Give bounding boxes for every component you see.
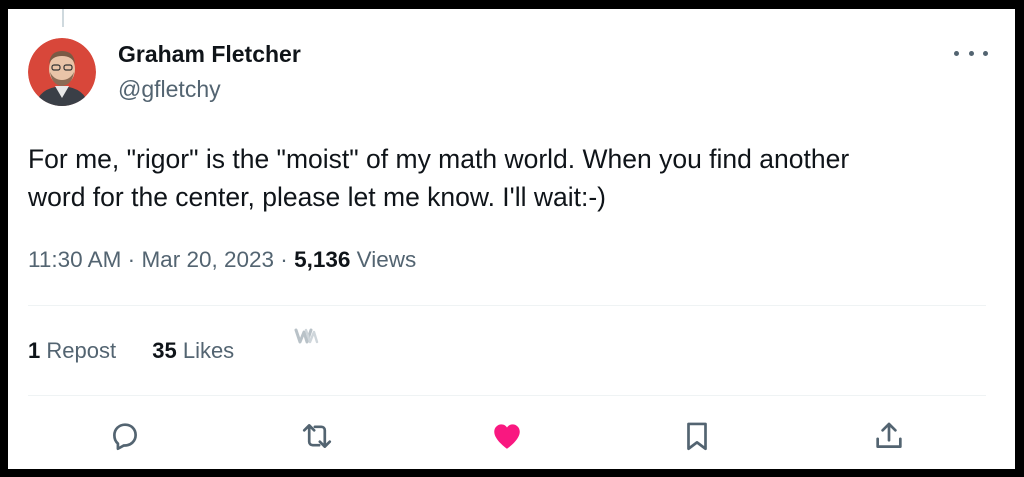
more-options-icon-dot <box>954 50 959 56</box>
engagement-stats: 1 Repost 35 Likes <box>28 338 234 364</box>
likes-label: Likes <box>182 338 235 363</box>
bookmark-button[interactable] <box>678 417 716 455</box>
more-options-button[interactable] <box>954 43 988 63</box>
tweet-date[interactable]: Mar 20, 2023 <box>141 247 274 272</box>
divider <box>28 395 986 396</box>
reply-button[interactable] <box>106 417 144 455</box>
likes-stat[interactable]: 35 Likes <box>152 338 234 364</box>
repost-icon <box>302 424 332 448</box>
meta-separator: · <box>127 247 136 272</box>
reposts-count: 1 <box>28 338 41 363</box>
tweet-text-line: For me, "rigor" is the "moist" of my mat… <box>28 144 850 174</box>
more-options-icon-dot <box>983 50 988 56</box>
meta-separator: · <box>280 247 288 272</box>
like-button[interactable] <box>488 417 526 455</box>
share-icon <box>876 422 902 448</box>
tweet-text-line: word for the center, please let me know.… <box>28 182 607 212</box>
watermark-logo <box>294 328 319 344</box>
more-options-icon-dot <box>968 50 974 56</box>
tweet-text: For me, "rigor" is the "moist" of my mat… <box>28 140 978 216</box>
views-count: 5,136 <box>294 247 351 272</box>
avatar-image <box>28 38 96 106</box>
tweet-meta: 11:30 AM · Mar 20, 2023 · 5,136 Views <box>28 247 416 273</box>
thread-connector-line <box>62 9 64 27</box>
tweet-time[interactable]: 11:30 AM <box>28 247 121 272</box>
likes-count: 35 <box>152 338 177 363</box>
reposts-label: Repost <box>46 338 117 363</box>
share-button[interactable] <box>870 417 908 455</box>
divider <box>28 305 986 306</box>
reposts-stat[interactable]: 1 Repost <box>28 338 116 364</box>
author-name[interactable]: Graham Fletcher <box>118 41 301 68</box>
avatar[interactable] <box>28 38 96 106</box>
like-icon <box>494 424 520 449</box>
reply-icon <box>113 423 137 451</box>
tweet-card: Graham Fletcher @gfletchy For me, "rigor… <box>8 9 1015 469</box>
repost-button[interactable] <box>298 417 336 455</box>
author-handle[interactable]: @gfletchy <box>118 76 221 103</box>
bookmark-icon <box>687 422 707 451</box>
views-label: Views <box>356 247 417 272</box>
